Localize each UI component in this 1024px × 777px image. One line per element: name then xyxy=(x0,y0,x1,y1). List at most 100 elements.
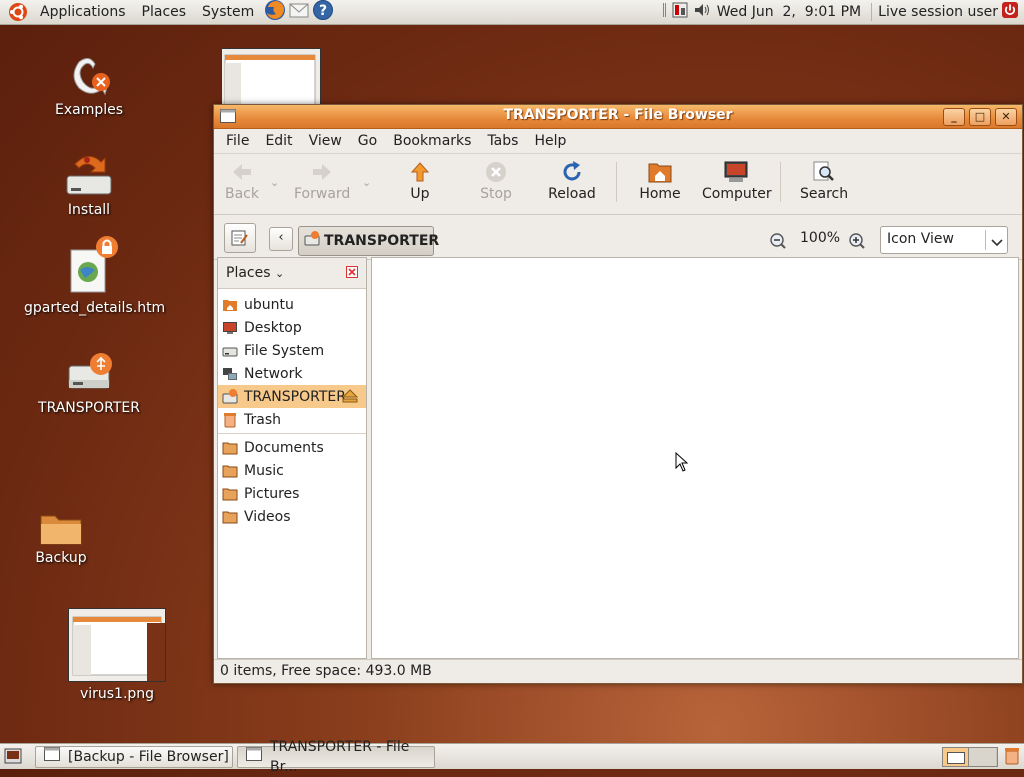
path-scroll-left-button[interactable]: ‹ xyxy=(269,227,293,251)
sidebar-item-label: Videos xyxy=(244,508,291,525)
title-bar[interactable]: TRANSPORTER - File Browser _ □ ✕ xyxy=(214,105,1022,129)
path-button-transporter[interactable]: TRANSPORTER xyxy=(298,226,439,256)
eject-icon[interactable] xyxy=(341,389,359,407)
firefox-icon[interactable] xyxy=(264,0,286,25)
clock[interactable]: Wed Jun 2, 9:01 PM xyxy=(717,4,861,20)
usb-drive-icon xyxy=(65,352,113,396)
zoom-level[interactable]: 100% xyxy=(800,230,840,246)
help-icon[interactable]: ? xyxy=(312,0,334,25)
file-icon-view[interactable] xyxy=(371,257,1019,659)
mail-icon[interactable] xyxy=(288,0,310,25)
view-mode-select[interactable]: Icon View xyxy=(880,226,1008,254)
background-window-thumbnail[interactable] xyxy=(221,48,321,110)
desktop-icon-virus1[interactable]: virus1.png xyxy=(52,608,182,702)
back-button[interactable]: Back xyxy=(222,160,262,202)
stop-icon xyxy=(478,160,514,184)
top-panel: Applications Places System ? Wed Jun 2, … xyxy=(0,0,1024,25)
workspace-switcher[interactable] xyxy=(942,747,998,767)
home-button[interactable]: Home xyxy=(638,160,682,202)
menu-help[interactable]: Help xyxy=(526,133,574,149)
desktop-icon-transporter[interactable]: TRANSPORTER xyxy=(24,352,154,416)
view-mode-value: Icon View xyxy=(887,231,954,247)
sidebar-item-transporter[interactable]: TRANSPORTER xyxy=(218,385,366,408)
desktop-icon-examples[interactable]: Examples xyxy=(24,50,154,118)
desktop-icon-backup[interactable]: Backup xyxy=(0,510,126,566)
sidebar-item-file-system[interactable]: File System xyxy=(218,339,366,362)
forward-button[interactable]: Forward xyxy=(294,160,350,202)
trash-applet-icon[interactable] xyxy=(1003,747,1021,769)
sidebar-item-label: File System xyxy=(244,342,325,359)
minimize-button[interactable]: _ xyxy=(943,108,965,126)
forward-label: Forward xyxy=(294,186,351,202)
show-desktop-button[interactable] xyxy=(4,748,22,768)
path-button-label: TRANSPORTER xyxy=(324,233,440,249)
image-thumbnail-icon xyxy=(68,608,166,682)
power-icon[interactable] xyxy=(1002,2,1018,22)
volume-icon[interactable] xyxy=(693,1,711,23)
window-title: TRANSPORTER - File Browser xyxy=(503,107,733,123)
menu-go[interactable]: Go xyxy=(350,133,385,149)
reload-button[interactable]: Reload xyxy=(548,160,596,202)
maximize-button[interactable]: □ xyxy=(969,108,991,126)
sidebar-item-videos[interactable]: Videos xyxy=(218,505,366,528)
taskbar-item-transporter[interactable]: TRANSPORTER - File Br... xyxy=(237,739,435,775)
workspace-2[interactable] xyxy=(969,748,996,766)
workspace-1[interactable] xyxy=(943,748,969,766)
up-label: Up xyxy=(410,186,430,202)
network-status-icon[interactable] xyxy=(671,1,689,23)
places-menu[interactable]: Places xyxy=(134,0,195,24)
sidebar-item-documents[interactable]: Documents xyxy=(218,436,366,459)
applications-menu[interactable]: Applications xyxy=(32,0,134,24)
user-name[interactable]: Live session user xyxy=(878,4,998,20)
sidebar-item-music[interactable]: Music xyxy=(218,459,366,482)
up-button[interactable]: Up xyxy=(404,160,436,202)
desktop-icon-label: Install xyxy=(67,202,111,218)
sidebar-item-ubuntu[interactable]: ubuntu xyxy=(218,293,366,316)
status-text: 0 items, Free space: 493.0 MB xyxy=(220,663,432,679)
back-label: Back xyxy=(225,186,259,202)
zoom-in-button[interactable] xyxy=(848,232,866,254)
sidebar-type-selector[interactable]: Places ⌄ xyxy=(226,265,284,281)
close-button[interactable]: ✕ xyxy=(995,108,1017,126)
back-history-dropdown[interactable]: ⌄ xyxy=(270,176,279,189)
menu-tabs[interactable]: Tabs xyxy=(479,133,526,149)
search-button[interactable]: Search xyxy=(800,160,848,202)
desktop-icon-label: TRANSPORTER xyxy=(38,400,140,416)
location-bar: ‹ TRANSPORTER 100% Icon View xyxy=(214,215,1022,260)
menu-view[interactable]: View xyxy=(301,133,350,149)
ubuntu-logo-icon[interactable] xyxy=(8,2,28,22)
html-file-icon xyxy=(57,236,121,296)
folder-icon xyxy=(222,486,238,502)
forward-history-dropdown[interactable]: ⌄ xyxy=(362,176,371,189)
computer-icon xyxy=(702,160,770,184)
sidebar-item-trash[interactable]: Trash xyxy=(218,408,366,431)
menu-bookmarks[interactable]: Bookmarks xyxy=(385,133,479,149)
close-sidebar-button[interactable] xyxy=(346,266,358,282)
sidebar-item-label: Pictures xyxy=(244,485,300,502)
sidebar-item-desktop[interactable]: Desktop xyxy=(218,316,366,339)
install-icon xyxy=(65,150,113,198)
menu-edit[interactable]: Edit xyxy=(257,133,300,149)
desktop-icon-label: Examples xyxy=(54,102,124,118)
sidebar-item-network[interactable]: Network xyxy=(218,362,366,385)
toolbar: Back ⌄ Forward ⌄ Up Stop Reload Home Com… xyxy=(214,154,1022,215)
toggle-location-entry-button[interactable] xyxy=(224,223,256,253)
sidebar-divider xyxy=(218,433,366,434)
computer-button[interactable]: Computer xyxy=(702,160,772,202)
system-menu[interactable]: System xyxy=(194,0,262,24)
desktop-icon-gparted-details[interactable]: gparted_details.htm xyxy=(24,236,166,316)
sidebar-header: Places ⌄ xyxy=(218,258,366,289)
sidebar-item-label: Music xyxy=(244,462,284,479)
desktop-icon-label: gparted_details.htm xyxy=(24,300,166,316)
desktop-icon xyxy=(222,320,238,336)
places-sidebar: Places ⌄ ubuntu Desktop File System Netw… xyxy=(217,257,367,659)
search-label: Search xyxy=(800,186,849,202)
zoom-out-button[interactable] xyxy=(769,232,787,254)
desktop-icon-install[interactable]: Install xyxy=(24,150,154,218)
menu-file[interactable]: File xyxy=(218,133,257,149)
taskbar-item-backup[interactable]: [Backup - File Browser] xyxy=(35,746,233,768)
stop-button[interactable]: Stop xyxy=(478,160,514,202)
home-folder-icon xyxy=(638,160,682,184)
desktop-icon-label: Backup xyxy=(35,550,87,566)
sidebar-item-pictures[interactable]: Pictures xyxy=(218,482,366,505)
